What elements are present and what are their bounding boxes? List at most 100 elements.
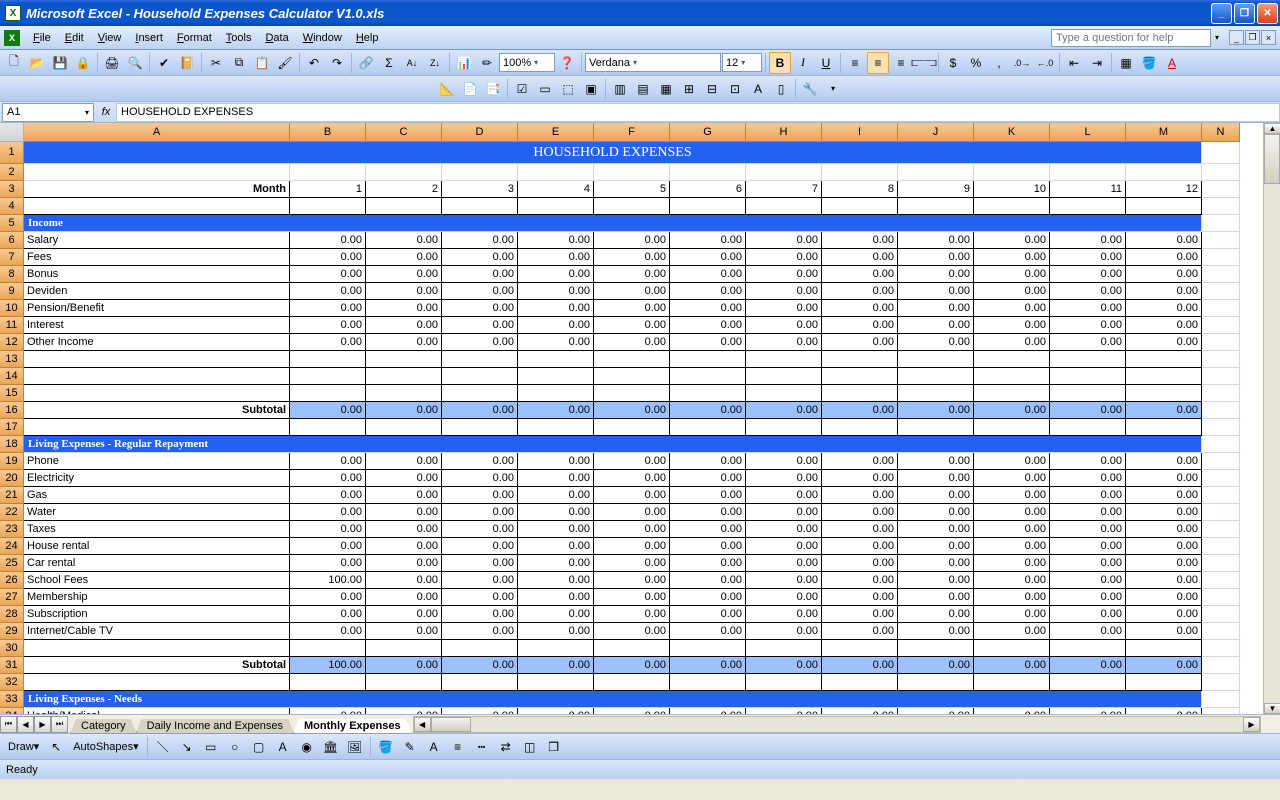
row-28[interactable]: Subscription0.000.000.000.000.000.000.00… <box>24 606 1240 623</box>
cell-A19[interactable]: Phone <box>24 453 290 470</box>
row-header-33[interactable]: 33 <box>0 691 24 708</box>
row-24[interactable]: House rental0.000.000.000.000.000.000.00… <box>24 538 1240 555</box>
autosum-icon[interactable]: Σ <box>378 52 400 74</box>
cell-M24[interactable]: 0.00 <box>1126 538 1202 555</box>
draw-menu[interactable]: Draw ▾ <box>4 740 43 753</box>
cell-J21[interactable]: 0.00 <box>898 487 974 504</box>
row-11[interactable]: Interest0.000.000.000.000.000.000.000.00… <box>24 317 1240 334</box>
cell-I13[interactable] <box>822 351 898 368</box>
cell-D32[interactable] <box>442 674 518 691</box>
cell-K2[interactable] <box>974 164 1050 181</box>
tab-nav-first-icon[interactable]: ⏮ <box>0 716 17 733</box>
row-header-9[interactable]: 9 <box>0 283 24 300</box>
cell-B16[interactable]: 0.00 <box>290 402 366 419</box>
cell-K16[interactable]: 0.00 <box>974 402 1050 419</box>
cell-G12[interactable]: 0.00 <box>670 334 746 351</box>
cell-L22[interactable]: 0.00 <box>1050 504 1126 521</box>
line-icon[interactable]: ＼ <box>152 736 174 758</box>
tool-icon-10[interactable]: ▦ <box>655 78 677 100</box>
cell-N16[interactable] <box>1202 402 1240 419</box>
cell-N13[interactable] <box>1202 351 1240 368</box>
cell-F16[interactable]: 0.00 <box>594 402 670 419</box>
window-minimize-button[interactable]: _ <box>1211 3 1232 24</box>
cell-I34[interactable]: 0.00 <box>822 708 898 714</box>
cell-I32[interactable] <box>822 674 898 691</box>
cell-E21[interactable]: 0.00 <box>518 487 594 504</box>
cell-N11[interactable] <box>1202 317 1240 334</box>
cell-G3[interactable]: 6 <box>670 181 746 198</box>
cell-E26[interactable]: 0.00 <box>518 572 594 589</box>
cell-H29[interactable]: 0.00 <box>746 623 822 640</box>
scroll-down-icon[interactable]: ▼ <box>1264 703 1280 714</box>
row-header-26[interactable]: 26 <box>0 572 24 589</box>
cell-H14[interactable] <box>746 368 822 385</box>
vertical-scrollbar[interactable]: ▲ ▼ <box>1263 123 1280 714</box>
row-29[interactable]: Internet/Cable TV0.000.000.000.000.000.0… <box>24 623 1240 640</box>
cell-E17[interactable] <box>518 419 594 436</box>
cell-E15[interactable] <box>518 385 594 402</box>
cell-I10[interactable]: 0.00 <box>822 300 898 317</box>
row-31[interactable]: Subtotal100.000.000.000.000.000.000.000.… <box>24 657 1240 674</box>
cell-J7[interactable]: 0.00 <box>898 249 974 266</box>
cell-J9[interactable]: 0.00 <box>898 283 974 300</box>
cell-D12[interactable]: 0.00 <box>442 334 518 351</box>
cell-I29[interactable]: 0.00 <box>822 623 898 640</box>
cell-I23[interactable]: 0.00 <box>822 521 898 538</box>
align-left-icon[interactable]: ≡ <box>844 52 866 74</box>
row-14[interactable] <box>24 368 1240 385</box>
cell-G6[interactable]: 0.00 <box>670 232 746 249</box>
cell-L29[interactable]: 0.00 <box>1050 623 1126 640</box>
cell-G2[interactable] <box>670 164 746 181</box>
cell-K3[interactable]: 10 <box>974 181 1050 198</box>
cell-D4[interactable] <box>442 198 518 215</box>
sort-asc-icon[interactable]: A↓ <box>401 52 423 74</box>
cell-L10[interactable]: 0.00 <box>1050 300 1126 317</box>
cell-K29[interactable]: 0.00 <box>974 623 1050 640</box>
cell-L28[interactable]: 0.00 <box>1050 606 1126 623</box>
cell-B25[interactable]: 0.00 <box>290 555 366 572</box>
column-header-C[interactable]: C <box>366 123 442 142</box>
format-painter-icon[interactable]: 🖌 <box>274 52 296 74</box>
cell-K17[interactable] <box>974 419 1050 436</box>
scroll-up-icon[interactable]: ▲ <box>1264 123 1280 134</box>
cell-K13[interactable] <box>974 351 1050 368</box>
undo-icon[interactable]: ↶ <box>303 52 325 74</box>
cell-B31[interactable]: 100.00 <box>290 657 366 674</box>
cell-B30[interactable] <box>290 640 366 657</box>
cell-H17[interactable] <box>746 419 822 436</box>
cell-L26[interactable]: 0.00 <box>1050 572 1126 589</box>
cell-D3[interactable]: 3 <box>442 181 518 198</box>
cell-J28[interactable]: 0.00 <box>898 606 974 623</box>
cell-A11[interactable]: Interest <box>24 317 290 334</box>
cell-K32[interactable] <box>974 674 1050 691</box>
cell-C23[interactable]: 0.00 <box>366 521 442 538</box>
cell-C32[interactable] <box>366 674 442 691</box>
row-8[interactable]: Bonus0.000.000.000.000.000.000.000.000.0… <box>24 266 1240 283</box>
cell-G22[interactable]: 0.00 <box>670 504 746 521</box>
cell-C20[interactable]: 0.00 <box>366 470 442 487</box>
cell-H26[interactable]: 0.00 <box>746 572 822 589</box>
cell-B10[interactable]: 0.00 <box>290 300 366 317</box>
cell-I24[interactable]: 0.00 <box>822 538 898 555</box>
row-header-32[interactable]: 32 <box>0 674 24 691</box>
cell-G17[interactable] <box>670 419 746 436</box>
cell-E10[interactable]: 0.00 <box>518 300 594 317</box>
row-header-5[interactable]: 5 <box>0 215 24 232</box>
cell-N20[interactable] <box>1202 470 1240 487</box>
cell-E25[interactable]: 0.00 <box>518 555 594 572</box>
row-34[interactable]: Health/Medical0.000.000.000.000.000.000.… <box>24 708 1240 714</box>
cell-D13[interactable] <box>442 351 518 368</box>
decrease-indent-icon[interactable]: ⇤ <box>1063 52 1085 74</box>
row-headers[interactable]: 1234567891011121314151617181920212223242… <box>0 142 24 714</box>
cell-I26[interactable]: 0.00 <box>822 572 898 589</box>
toolbar-options-icon[interactable]: ▾ <box>822 78 844 100</box>
cell-E16[interactable]: 0.00 <box>518 402 594 419</box>
cell-G11[interactable]: 0.00 <box>670 317 746 334</box>
cell-D24[interactable]: 0.00 <box>442 538 518 555</box>
cell-E13[interactable] <box>518 351 594 368</box>
cell-B27[interactable]: 0.00 <box>290 589 366 606</box>
comma-icon[interactable]: , <box>988 52 1010 74</box>
row-header-34[interactable]: 34 <box>0 708 24 714</box>
cell-H7[interactable]: 0.00 <box>746 249 822 266</box>
select-objects-icon[interactable]: ↖ <box>45 736 67 758</box>
